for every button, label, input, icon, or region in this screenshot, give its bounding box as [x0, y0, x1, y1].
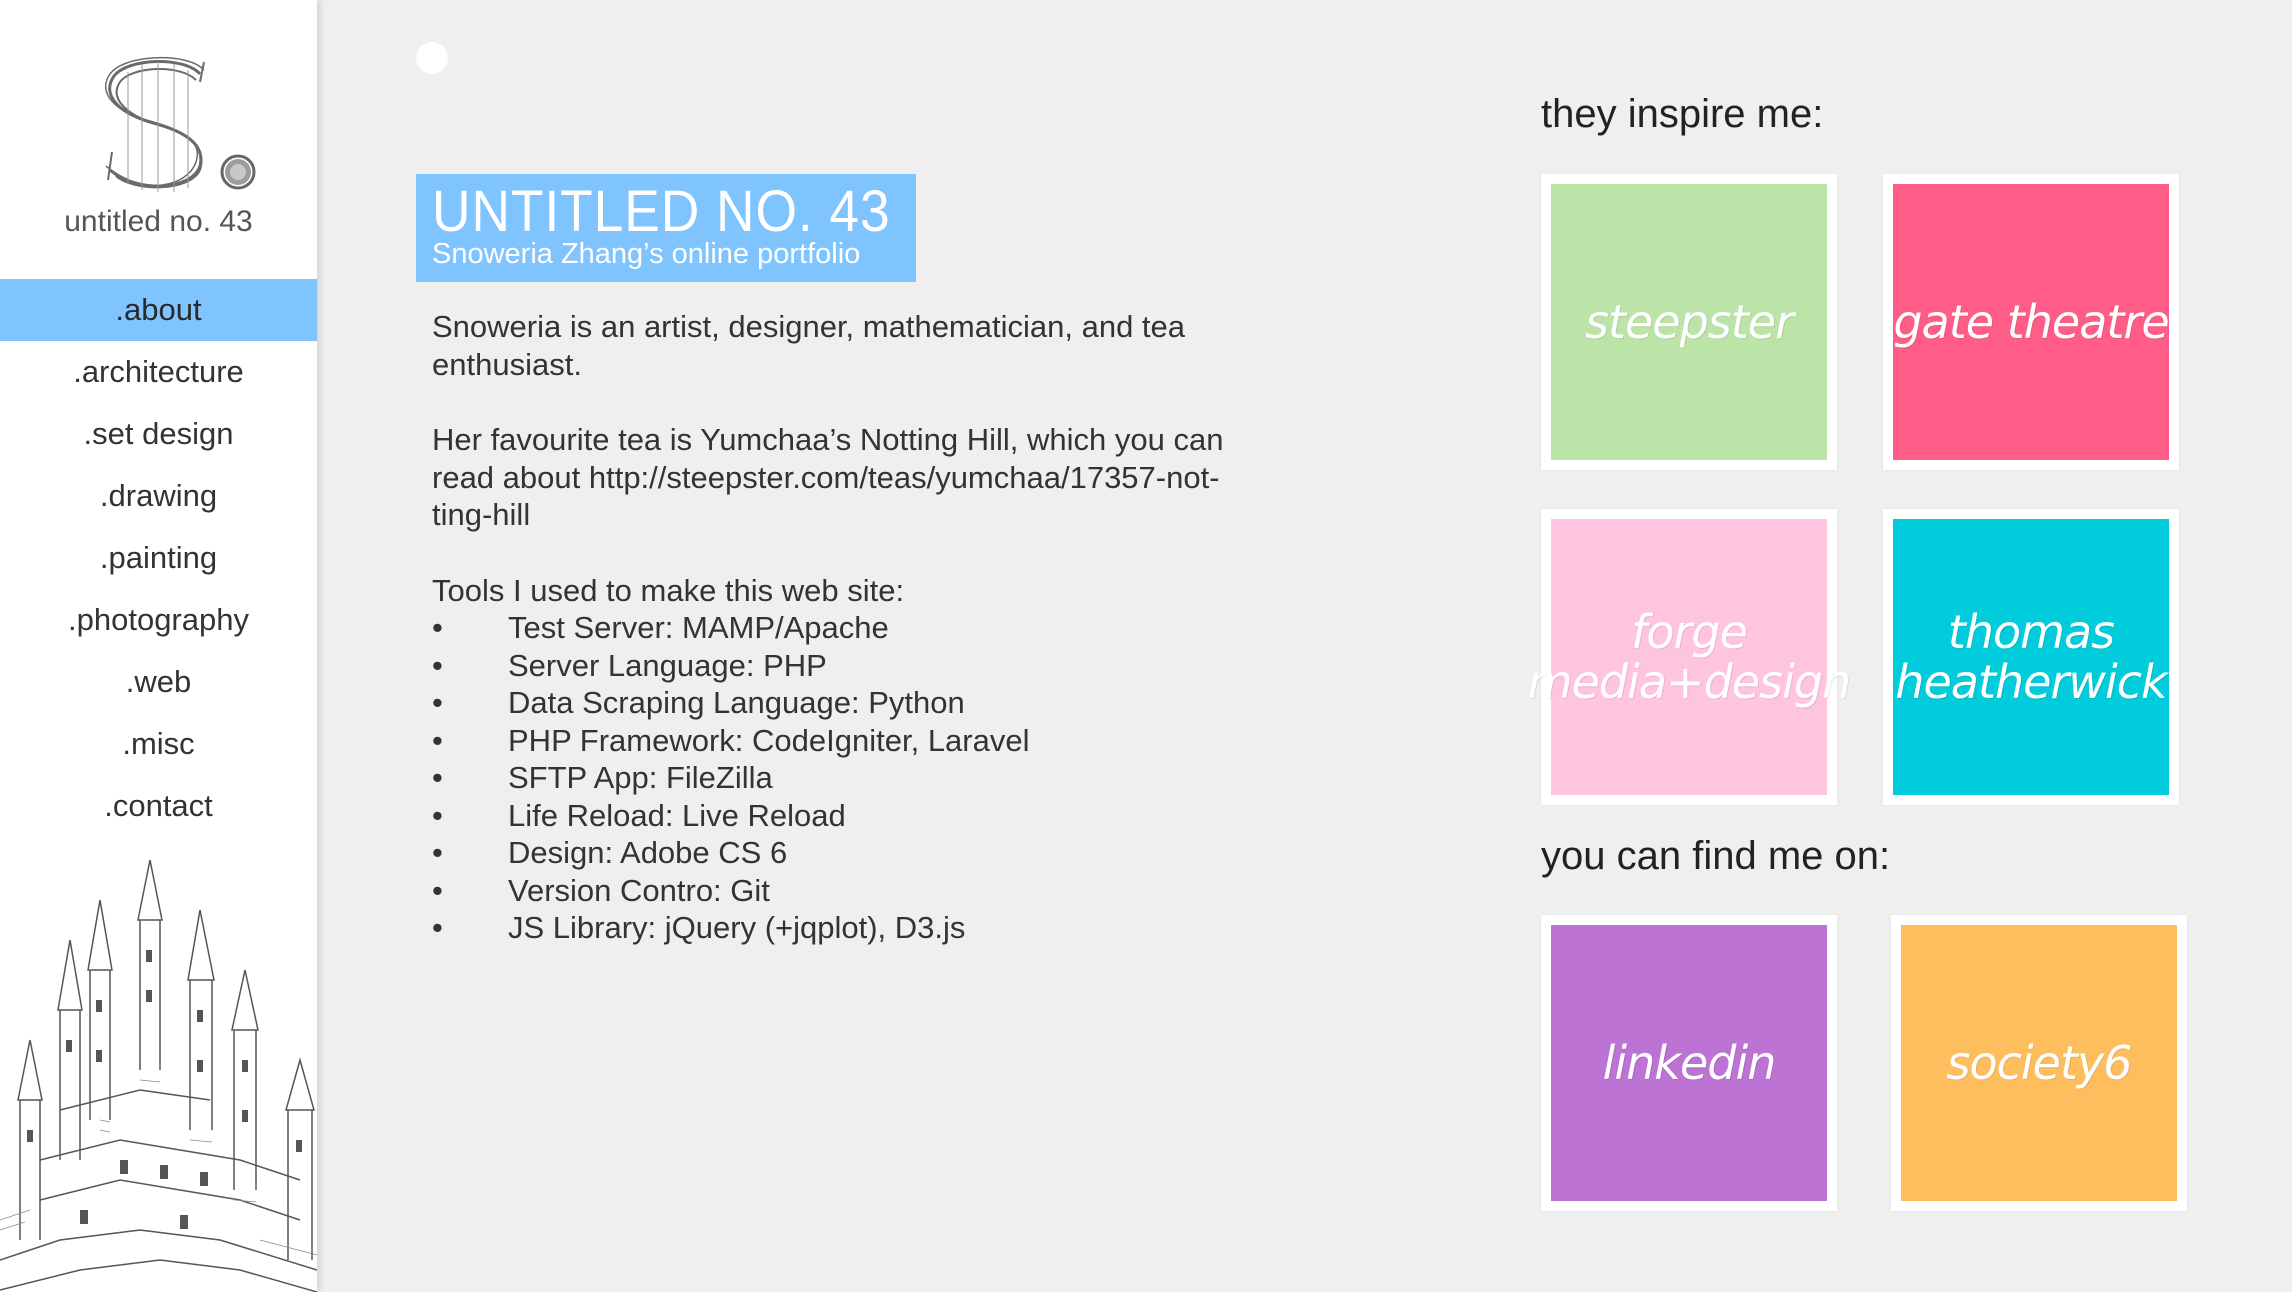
tile-society6-swatch: society6 — [1901, 925, 2177, 1201]
nav-item-photography[interactable]: .photography — [0, 589, 317, 651]
bullet-icon: • — [432, 647, 443, 683]
intro-paragraph: Snoweria is an artist, designer, mathema… — [432, 309, 1186, 382]
list-item: • Design: Adobe CS 6 — [432, 834, 1262, 872]
find-me-heading: you can find me on: — [1541, 834, 1891, 878]
tea-line-3: ting-hill — [432, 497, 531, 532]
bullet-icon: • — [432, 835, 443, 870]
page-title: UNTITLED NO. 43 — [432, 179, 891, 244]
tool-label: Life Reload: Live Reload — [508, 797, 846, 833]
page-subtitle: Snoweria Zhang’s online portfolio — [432, 238, 861, 270]
list-item: • Server Language: PHP — [432, 647, 1262, 685]
tile-label-line-2: media+design — [1527, 655, 1851, 709]
nav-item-web[interactable]: .web — [0, 651, 317, 713]
bullet-icon: • — [432, 610, 443, 645]
list-item: • Version Contro: Git — [432, 872, 1262, 910]
tool-label: Data Scraping Language: Python — [508, 685, 965, 720]
tile-society6[interactable]: society6 — [1891, 915, 2187, 1211]
bullet-icon: • — [432, 685, 443, 720]
tile-label-line-1: thomas — [1947, 605, 2115, 659]
list-item: • JS Library: jQuery (+jqplot), D3.js — [432, 909, 1262, 947]
list-item: • Data Scraping Language: Python — [432, 684, 1262, 722]
tool-label: JS Library: jQuery (+jqplot), D3.js — [508, 910, 966, 945]
tile-linkedin-swatch: linkedin — [1551, 925, 1827, 1201]
tea-line-2: read about http://steepster.com/teas/yum… — [432, 459, 1220, 495]
tile-steepster-swatch: steepster — [1551, 184, 1827, 460]
nav-item-about[interactable]: .about — [0, 279, 317, 341]
about-content: Snoweria is an artist, designer, mathema… — [432, 308, 1262, 947]
tile-thomas-heatherwick[interactable]: thomas heatherwick — [1883, 509, 2179, 805]
tool-label: Test Server: MAMP/Apache — [508, 610, 889, 645]
inspire-heading: they inspire me: — [1541, 92, 1824, 136]
tea-line-1: Her favourite tea is Yumchaa’s Notting H… — [432, 422, 1224, 457]
tile-linkedin[interactable]: linkedin — [1541, 915, 1837, 1211]
tile-label: forge media+design — [1527, 605, 1851, 709]
list-item: • Test Server: MAMP/Apache — [432, 609, 1262, 647]
list-item: • SFTP App: FileZilla — [432, 759, 1262, 797]
tile-thomas-swatch: thomas heatherwick — [1893, 519, 2169, 795]
tool-label: SFTP App: FileZilla — [508, 760, 773, 795]
list-item: • Life Reload: Live Reload — [432, 797, 1262, 835]
tile-gate-theatre[interactable]: gate theatre — [1883, 174, 2179, 470]
sidebar: untitled no. 43 .about .architecture .se… — [0, 0, 317, 1292]
nav-item-set-design[interactable]: .set design — [0, 403, 317, 465]
tile-label: linkedin — [1602, 1036, 1777, 1090]
nav-item-drawing[interactable]: .drawing — [0, 465, 317, 527]
nav-item-painting[interactable]: .painting — [0, 527, 317, 589]
tools-list: • Test Server: MAMP/Apache • Server Langua… — [432, 609, 1262, 947]
tile-label: gate theatre — [1893, 295, 2169, 349]
tile-steepster[interactable]: steepster — [1541, 174, 1837, 470]
castle-sketch-illustration — [0, 860, 317, 1292]
decorative-dot — [416, 42, 448, 74]
tile-label: society6 — [1946, 1036, 2132, 1090]
nav-item-architecture[interactable]: .architecture — [0, 341, 317, 403]
list-item: • PHP Framework: CodeIgniter, Laravel — [432, 722, 1262, 760]
tool-label: Version Contro: Git — [508, 872, 770, 908]
page-title-banner: UNTITLED NO. 43 Snoweria Zhang’s online … — [416, 174, 916, 282]
tool-label: Server Language: PHP — [508, 647, 827, 683]
site-name: untitled no. 43 — [64, 205, 253, 238]
tile-label: thomas heatherwick — [1895, 605, 2167, 709]
tool-label: PHP Framework: CodeIgniter, Laravel — [508, 722, 1030, 758]
bullet-icon: • — [432, 722, 443, 758]
bullet-icon: • — [432, 797, 443, 833]
tools-heading: Tools I used to make this web site: — [432, 572, 905, 608]
tile-forge-media-design[interactable]: forge media+design — [1528, 509, 1851, 805]
bullet-icon: • — [432, 872, 443, 908]
tile-forge-swatch: forge media+design — [1528, 519, 1851, 795]
tile-gate-theatre-swatch: gate theatre — [1893, 184, 2170, 460]
tool-label: Design: Adobe CS 6 — [508, 835, 788, 870]
tile-label-line-1: forge — [1631, 605, 1748, 659]
main-nav: .about .architecture .set design .drawin… — [0, 279, 317, 837]
tile-label-line-2: heatherwick — [1895, 655, 2167, 709]
site-logo[interactable] — [88, 52, 268, 202]
tile-label: steepster — [1584, 295, 1794, 349]
bullet-icon: • — [432, 910, 443, 945]
nav-item-misc[interactable]: .misc — [0, 713, 317, 775]
bullet-icon: • — [432, 760, 443, 795]
nav-item-contact[interactable]: .contact — [0, 775, 317, 837]
